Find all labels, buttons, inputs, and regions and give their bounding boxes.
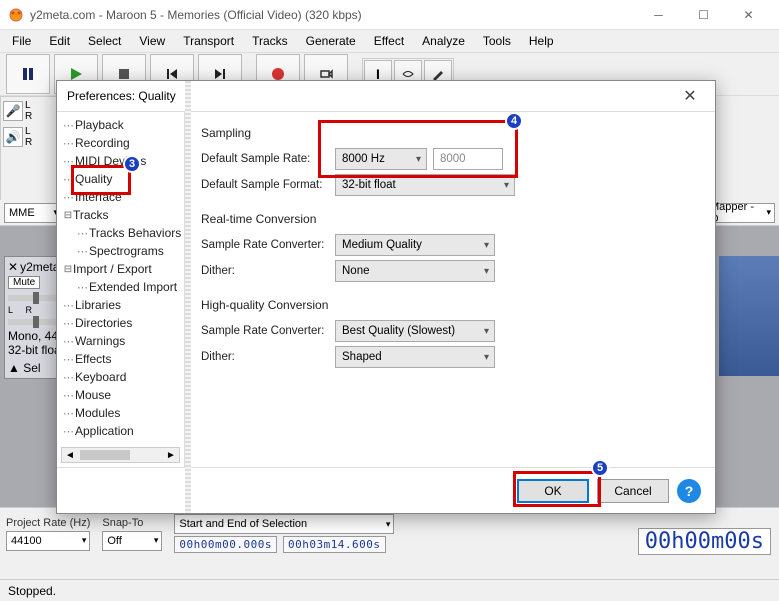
selection-end-time[interactable]: 00h03m14.600s (283, 536, 386, 553)
annotation-box-4 (318, 120, 518, 178)
snap-select[interactable]: Off (102, 531, 162, 551)
preferences-content: Sampling Default Sample Rate: 8000 Hz 80… (185, 112, 715, 467)
tree-playback[interactable]: ⋯Playback (61, 116, 184, 134)
status-bar: Stopped. (0, 579, 779, 601)
window-titlebar: y2meta.com - Maroon 5 - Memories (Offici… (0, 0, 779, 30)
tree-recording[interactable]: ⋯Recording (61, 134, 184, 152)
waveform-icon (719, 256, 779, 376)
tree-modules[interactable]: ⋯Modules (61, 404, 184, 422)
track-close-icon[interactable]: ✕ (8, 260, 18, 274)
tree-extended-import[interactable]: ⋯Extended Import (61, 278, 184, 296)
preferences-dialog: Preferences: Quality ✕ ⋯Playback ⋯Record… (56, 80, 716, 514)
menu-edit[interactable]: Edit (41, 32, 78, 50)
menu-analyze[interactable]: Analyze (414, 32, 473, 50)
menu-select[interactable]: Select (80, 32, 129, 50)
project-rate-select[interactable]: 44100 (6, 531, 90, 551)
annotation-badge-4: 4 (505, 112, 523, 130)
tree-import-export[interactable]: ⊟Import / Export (61, 260, 184, 278)
menu-tools[interactable]: Tools (475, 32, 519, 50)
window-close-button[interactable]: ✕ (726, 1, 771, 29)
rtc-dither-label: Dither: (201, 265, 329, 277)
hqc-converter-select[interactable]: Best Quality (Slowest) (335, 320, 495, 342)
track-name: y2meta (20, 260, 59, 274)
tree-tracks-behaviors[interactable]: ⋯Tracks Behaviors (61, 224, 184, 242)
annotation-box-3 (71, 165, 131, 195)
default-sample-rate-label: Default Sample Rate: (201, 153, 329, 165)
annotation-badge-5: 5 (591, 459, 609, 477)
tree-directories[interactable]: ⋯Directories (61, 314, 184, 332)
tree-tracks[interactable]: ⊟Tracks (61, 206, 184, 224)
window-title: y2meta.com - Maroon 5 - Memories (Offici… (30, 8, 636, 22)
tree-keyboard[interactable]: ⋯Keyboard (61, 368, 184, 386)
app-logo-icon (8, 7, 24, 23)
tree-effects[interactable]: ⋯Effects (61, 350, 184, 368)
tree-libraries[interactable]: ⋯Libraries (61, 296, 184, 314)
menu-file[interactable]: File (4, 32, 39, 50)
hqc-converter-label: Sample Rate Converter: (201, 325, 329, 337)
track-select-button[interactable]: Sel (23, 361, 40, 375)
menu-transport[interactable]: Transport (175, 32, 242, 50)
selection-mode-select[interactable]: Start and End of Selection (174, 514, 394, 534)
project-rate-label: Project Rate (Hz) (6, 517, 90, 529)
selection-start-time[interactable]: 00h00m00.000s (174, 536, 277, 553)
tree-spectrograms[interactable]: ⋯Spectrograms (61, 242, 184, 260)
rtc-converter-select[interactable]: Medium Quality (335, 234, 495, 256)
hqc-dither-label: Dither: (201, 351, 329, 363)
speaker-icon[interactable]: 🔊 (3, 127, 23, 147)
time-display: 00h00m00s (638, 528, 771, 555)
pause-button[interactable] (6, 54, 50, 94)
hq-conversion-heading: High-quality Conversion (201, 298, 699, 312)
mic-icon[interactable]: 🎤 (3, 101, 23, 121)
dialog-close-button[interactable]: ✕ (675, 86, 705, 106)
snap-label: Snap-To (102, 517, 162, 529)
rtc-dither-select[interactable]: None (335, 260, 495, 282)
audio-host-select[interactable]: MME (4, 203, 62, 223)
menu-tracks[interactable]: Tracks (244, 32, 296, 50)
dialog-title: Preferences: Quality (67, 89, 675, 103)
default-sample-format-label: Default Sample Format: (201, 179, 329, 191)
tree-warnings[interactable]: ⋯Warnings (61, 332, 184, 350)
window-minimize-button[interactable]: ─ (636, 1, 681, 29)
tree-mouse[interactable]: ⋯Mouse (61, 386, 184, 404)
rtc-converter-label: Sample Rate Converter: (201, 239, 329, 251)
meter-panel: 🎤LR 🔊LR (0, 96, 60, 206)
mute-button[interactable]: Mute (8, 276, 40, 289)
tree-application[interactable]: ⋯Application (61, 422, 184, 440)
window-maximize-button[interactable]: ☐ (681, 1, 726, 29)
menu-view[interactable]: View (131, 32, 173, 50)
hqc-dither-select[interactable]: Shaped (335, 346, 495, 368)
annotation-badge-3: 3 (123, 155, 141, 173)
status-text: Stopped. (8, 584, 56, 598)
annotation-box-5 (513, 471, 601, 507)
menu-help[interactable]: Help (521, 32, 562, 50)
help-button[interactable]: ? (677, 479, 701, 503)
menu-generate[interactable]: Generate (298, 32, 364, 50)
menu-bar: File Edit Select View Transport Tracks G… (0, 30, 779, 52)
menu-effect[interactable]: Effect (366, 32, 412, 50)
cancel-button[interactable]: Cancel (597, 479, 669, 503)
tree-scrollbar[interactable]: ◄► (61, 447, 180, 463)
realtime-conversion-heading: Real-time Conversion (201, 212, 699, 226)
